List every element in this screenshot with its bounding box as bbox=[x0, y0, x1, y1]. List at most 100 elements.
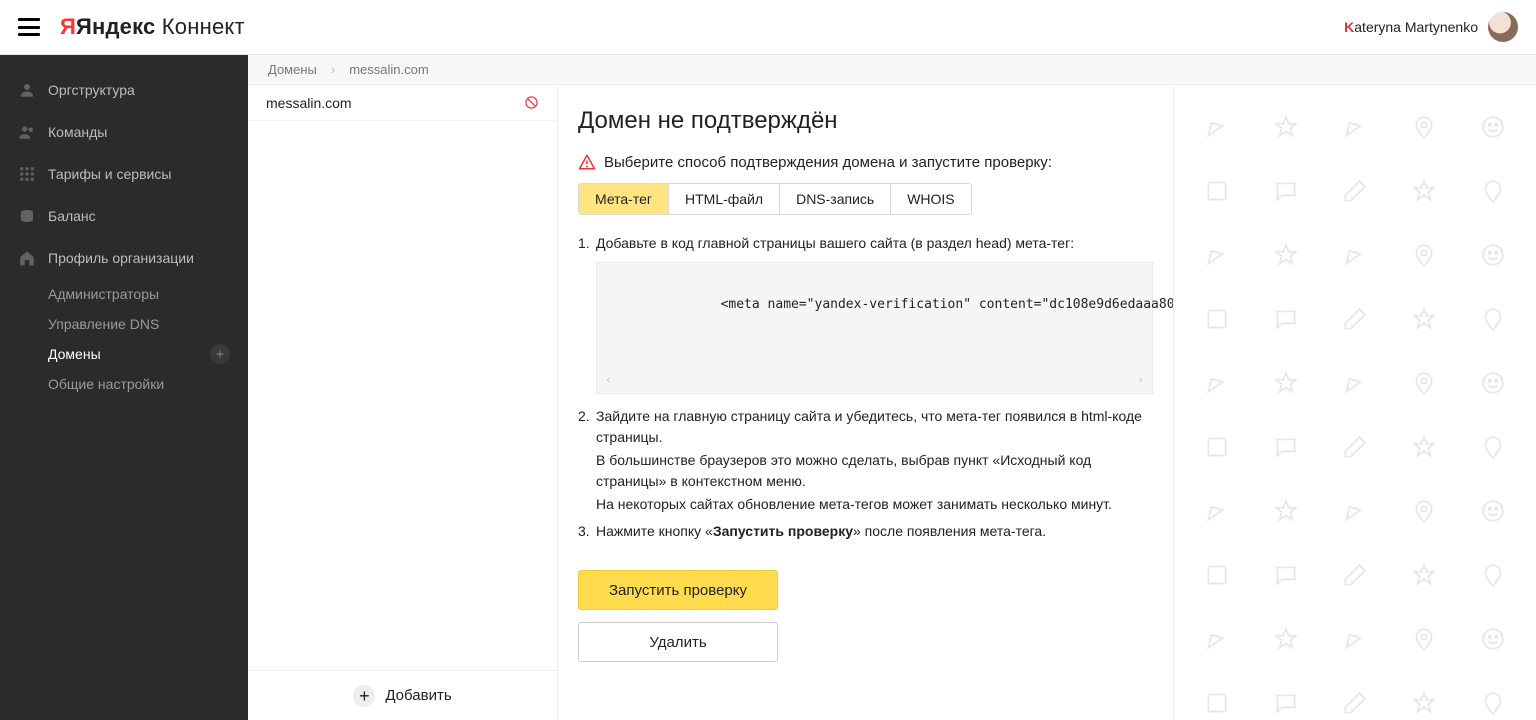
tab-whois[interactable]: WHOIS bbox=[891, 184, 970, 214]
decorative-icon bbox=[1390, 415, 1459, 479]
user-menu[interactable]: Kateryna Martynenko bbox=[1344, 12, 1518, 42]
sidebar-item-label: Команды bbox=[48, 124, 107, 140]
sidebar-item-label: Баланс bbox=[48, 208, 96, 224]
decorative-icon bbox=[1251, 223, 1320, 287]
code-snippet[interactable]: <meta name="yandex-verification" content… bbox=[596, 262, 1153, 394]
decorative-icon bbox=[1390, 351, 1459, 415]
decorative-icon bbox=[1459, 415, 1528, 479]
user-name: Kateryna Martynenko bbox=[1344, 19, 1478, 35]
coins-icon bbox=[18, 207, 36, 225]
sidebar-item-teams[interactable]: Команды bbox=[0, 111, 248, 153]
decorative-icon bbox=[1390, 287, 1459, 351]
decorative-icon bbox=[1459, 607, 1528, 671]
decorative-icon bbox=[1320, 159, 1389, 223]
sidebar-subitem-general[interactable]: Общие настройки bbox=[0, 369, 248, 399]
decorative-icon bbox=[1320, 287, 1389, 351]
user-icon bbox=[18, 81, 36, 99]
decorative-icon bbox=[1251, 479, 1320, 543]
sidebar: Оргструктура Команды Тарифы и сервисы Ба… bbox=[0, 55, 248, 720]
sidebar-item-orgstructure[interactable]: Оргструктура bbox=[0, 69, 248, 111]
breadcrumb-root[interactable]: Домены bbox=[268, 62, 317, 77]
breadcrumb: Домены › messalin.com bbox=[248, 55, 1536, 85]
scroll-right-icon[interactable]: › bbox=[1137, 372, 1144, 389]
decorative-icon bbox=[1182, 415, 1251, 479]
users-icon bbox=[18, 123, 36, 141]
decorative-icon bbox=[1459, 543, 1528, 607]
decorative-icon bbox=[1390, 671, 1459, 720]
warning-icon bbox=[578, 153, 596, 171]
decorative-icon bbox=[1182, 287, 1251, 351]
decorative-icon bbox=[1251, 415, 1320, 479]
sidebar-item-label: Домены bbox=[48, 346, 101, 362]
alert-text: Выберите способ подтверждения домена и з… bbox=[604, 154, 1052, 171]
sidebar-item-label: Оргструктура bbox=[48, 82, 135, 98]
delete-domain-button[interactable]: Удалить bbox=[578, 622, 778, 662]
sidebar-subitem-admins[interactable]: Администраторы bbox=[0, 279, 248, 309]
sidebar-item-label: Профиль организации bbox=[48, 250, 194, 266]
decorative-icon bbox=[1320, 479, 1389, 543]
decorative-icon bbox=[1390, 543, 1459, 607]
decorative-icon bbox=[1182, 351, 1251, 415]
tab-meta-tag[interactable]: Мета-тег bbox=[579, 184, 669, 214]
decorative-icon bbox=[1182, 543, 1251, 607]
decorative-icon bbox=[1182, 95, 1251, 159]
decorative-icon bbox=[1320, 415, 1389, 479]
decorative-icon bbox=[1251, 287, 1320, 351]
decorative-icon bbox=[1390, 607, 1459, 671]
decorative-icon bbox=[1390, 159, 1459, 223]
domain-name: messalin.com bbox=[266, 95, 352, 111]
alert-message: Выберите способ подтверждения домена и з… bbox=[578, 153, 1153, 171]
avatar bbox=[1488, 12, 1518, 42]
page-title: Домен не подтверждён bbox=[578, 107, 1153, 135]
verification-tabs: Мета-тег HTML-файл DNS-запись WHOIS bbox=[578, 183, 972, 215]
logo-brand: Яндекс bbox=[76, 14, 155, 39]
menu-icon[interactable] bbox=[18, 18, 40, 36]
start-verification-button[interactable]: Запустить проверку bbox=[578, 570, 778, 610]
tab-html-file[interactable]: HTML-файл bbox=[669, 184, 780, 214]
decorative-icon bbox=[1251, 671, 1320, 720]
domain-row[interactable]: messalin.com bbox=[248, 85, 557, 121]
decorative-icon bbox=[1320, 671, 1389, 720]
logo[interactable]: ЯЯндекс Коннект bbox=[60, 14, 245, 40]
home-icon bbox=[18, 249, 36, 267]
sidebar-item-balance[interactable]: Баланс bbox=[0, 195, 248, 237]
decorative-icon bbox=[1390, 95, 1459, 159]
add-domain-label: Добавить bbox=[385, 687, 451, 704]
sidebar-item-label: Администраторы bbox=[48, 286, 159, 302]
grid-icon bbox=[18, 165, 36, 183]
decorative-icon bbox=[1320, 95, 1389, 159]
decorative-icon bbox=[1459, 287, 1528, 351]
decorative-icon bbox=[1459, 223, 1528, 287]
step-3: Нажмите кнопку «Запустить проверку» посл… bbox=[578, 521, 1153, 542]
decorative-icon bbox=[1320, 223, 1389, 287]
step-2: Зайдите на главную страницу сайта и убед… bbox=[578, 406, 1153, 515]
decorative-icon bbox=[1320, 543, 1389, 607]
decorative-icon bbox=[1251, 159, 1320, 223]
status-unverified-icon bbox=[524, 95, 539, 110]
decorative-icon bbox=[1320, 351, 1389, 415]
sidebar-item-label: Управление DNS bbox=[48, 316, 159, 332]
decorative-icon bbox=[1251, 95, 1320, 159]
add-domain-button[interactable]: + Добавить bbox=[248, 670, 557, 720]
sidebar-subitem-domains[interactable]: Домены bbox=[0, 339, 248, 369]
scroll-left-icon[interactable]: ‹ bbox=[605, 372, 612, 389]
sidebar-subitem-dns[interactable]: Управление DNS bbox=[0, 309, 248, 339]
plus-icon[interactable] bbox=[210, 344, 230, 364]
decorative-icon bbox=[1251, 543, 1320, 607]
domain-list: messalin.com + Добавить bbox=[248, 85, 558, 720]
sidebar-item-org-profile[interactable]: Профиль организации bbox=[0, 237, 248, 279]
decorative-icon bbox=[1459, 479, 1528, 543]
verification-steps: Добавьте в код главной страницы вашего с… bbox=[578, 233, 1153, 542]
sidebar-item-tariffs[interactable]: Тарифы и сервисы bbox=[0, 153, 248, 195]
decorative-icon bbox=[1459, 671, 1528, 720]
decorative-icon bbox=[1459, 159, 1528, 223]
step-1: Добавьте в код главной страницы вашего с… bbox=[578, 233, 1153, 394]
decorative-icon bbox=[1251, 607, 1320, 671]
decorative-icon bbox=[1182, 479, 1251, 543]
decorative-icon bbox=[1390, 223, 1459, 287]
tab-dns[interactable]: DNS-запись bbox=[780, 184, 891, 214]
decorative-icon bbox=[1459, 95, 1528, 159]
decorative-icon bbox=[1182, 607, 1251, 671]
decorative-icon bbox=[1251, 351, 1320, 415]
decorative-icon bbox=[1182, 159, 1251, 223]
